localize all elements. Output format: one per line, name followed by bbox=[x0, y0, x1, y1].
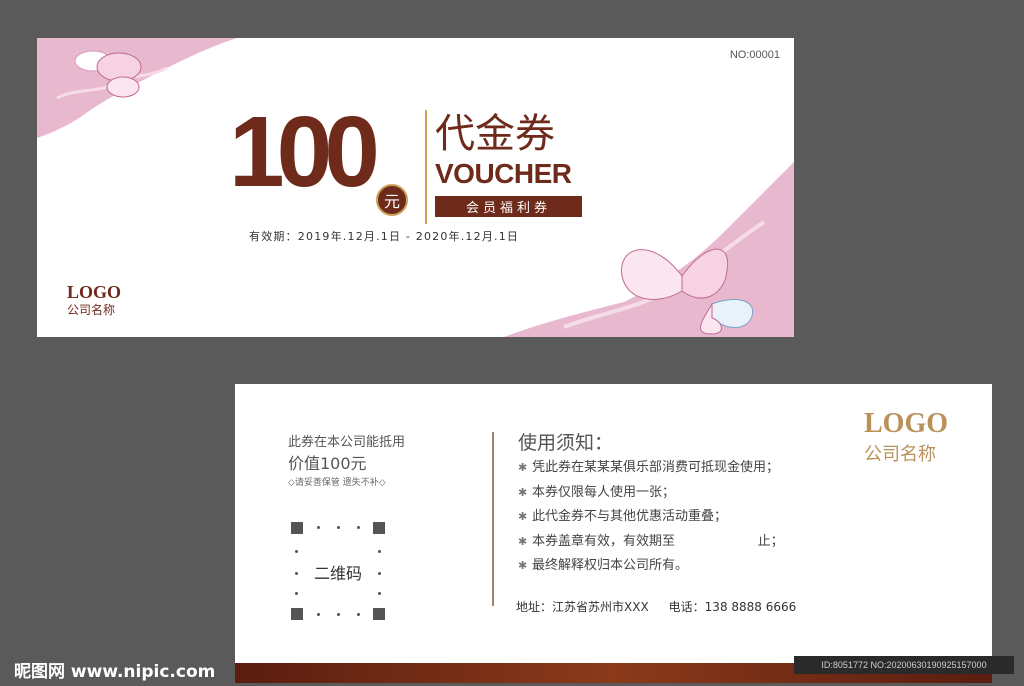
voucher-front: NO:00001 100 元 代金券 VOUCHER 会员福利券 有效期：201… bbox=[37, 38, 794, 337]
voucher-amount: 100 bbox=[229, 96, 380, 208]
qr-dot bbox=[337, 526, 340, 529]
asterisk-icon: ✱ bbox=[518, 510, 528, 523]
qr-corner bbox=[373, 608, 385, 620]
list-item: ✱ 最终解释权归本公司所有。 bbox=[518, 554, 784, 579]
validity-period: 有效期：2019年.12月.1日 - 2020年.12月.1日 bbox=[249, 230, 520, 243]
qr-code-placeholder: 二维码 bbox=[291, 522, 385, 620]
qr-dot bbox=[378, 550, 381, 553]
voucher-title-en: VOUCHER bbox=[435, 158, 572, 189]
logo: LOGO bbox=[864, 408, 949, 439]
butterfly-icon bbox=[74, 50, 142, 98]
qr-dot bbox=[295, 592, 298, 595]
qr-corner bbox=[373, 522, 385, 534]
member-label: 会员福利券 bbox=[435, 196, 582, 217]
qr-dot bbox=[357, 613, 360, 616]
contact-line: 地址：江苏省苏州市XXX 电话：138 8888 6666 bbox=[516, 598, 796, 615]
qr-dot bbox=[337, 613, 340, 616]
value-line-1: 此券在本公司能抵用 bbox=[288, 435, 406, 450]
keep-note: ◇请妥善保管 遗失不补◇ bbox=[288, 478, 386, 488]
qr-corner bbox=[291, 608, 303, 620]
company-name: 公司名称 bbox=[67, 303, 116, 317]
qr-dot bbox=[317, 526, 320, 529]
currency-badge: 元 bbox=[376, 184, 408, 216]
phone: 电话：138 8888 6666 bbox=[668, 600, 797, 614]
qr-dot bbox=[295, 550, 298, 553]
list-item: ✱ 本券仅限每人使用一张； bbox=[518, 481, 784, 506]
asterisk-icon: ✱ bbox=[518, 461, 528, 474]
asterisk-icon: ✱ bbox=[518, 534, 528, 548]
address: 地址：江苏省苏州市XXX bbox=[516, 600, 649, 614]
qr-dot bbox=[378, 592, 381, 595]
image-id: ID:8051772 NO:20200630190925157000 bbox=[794, 656, 1014, 674]
logo: LOGO bbox=[67, 282, 122, 302]
qr-dot bbox=[317, 613, 320, 616]
voucher-number: NO:00001 bbox=[729, 49, 780, 61]
voucher-back: 此券在本公司能抵用 价值100元 ◇请妥善保管 遗失不补◇ 二维码 使用须知： … bbox=[235, 384, 992, 683]
notice-list: ✱ 凭此券在某某某俱乐部消费可抵现金使用； ✱ 本券仅限每人使用一张； ✱ 此代金券不… bbox=[518, 456, 784, 579]
voucher-title-cn: 代金券 bbox=[435, 111, 555, 157]
value-line-2: 价值100元 bbox=[288, 454, 367, 473]
list-item: ✱ 本券盖章有效，有效期至 止； bbox=[518, 530, 784, 555]
title-divider bbox=[425, 110, 427, 224]
qr-dot bbox=[357, 526, 360, 529]
butterfly-icon bbox=[621, 248, 754, 335]
back-divider bbox=[492, 432, 494, 606]
asterisk-icon: ✱ bbox=[518, 485, 528, 499]
qr-label: 二维码 bbox=[313, 564, 362, 583]
list-item: ✱ 此代金券不与其他优惠活动重叠； bbox=[518, 505, 784, 530]
company-name: 公司名称 bbox=[864, 444, 936, 465]
asterisk-icon: ✱ bbox=[518, 559, 528, 572]
list-item: ✱ 凭此券在某某某俱乐部消费可抵现金使用； bbox=[518, 456, 784, 481]
watermark: 昵图网 www.nipic.com bbox=[14, 662, 216, 682]
qr-corner bbox=[291, 522, 303, 534]
notice-title: 使用须知： bbox=[518, 432, 614, 454]
